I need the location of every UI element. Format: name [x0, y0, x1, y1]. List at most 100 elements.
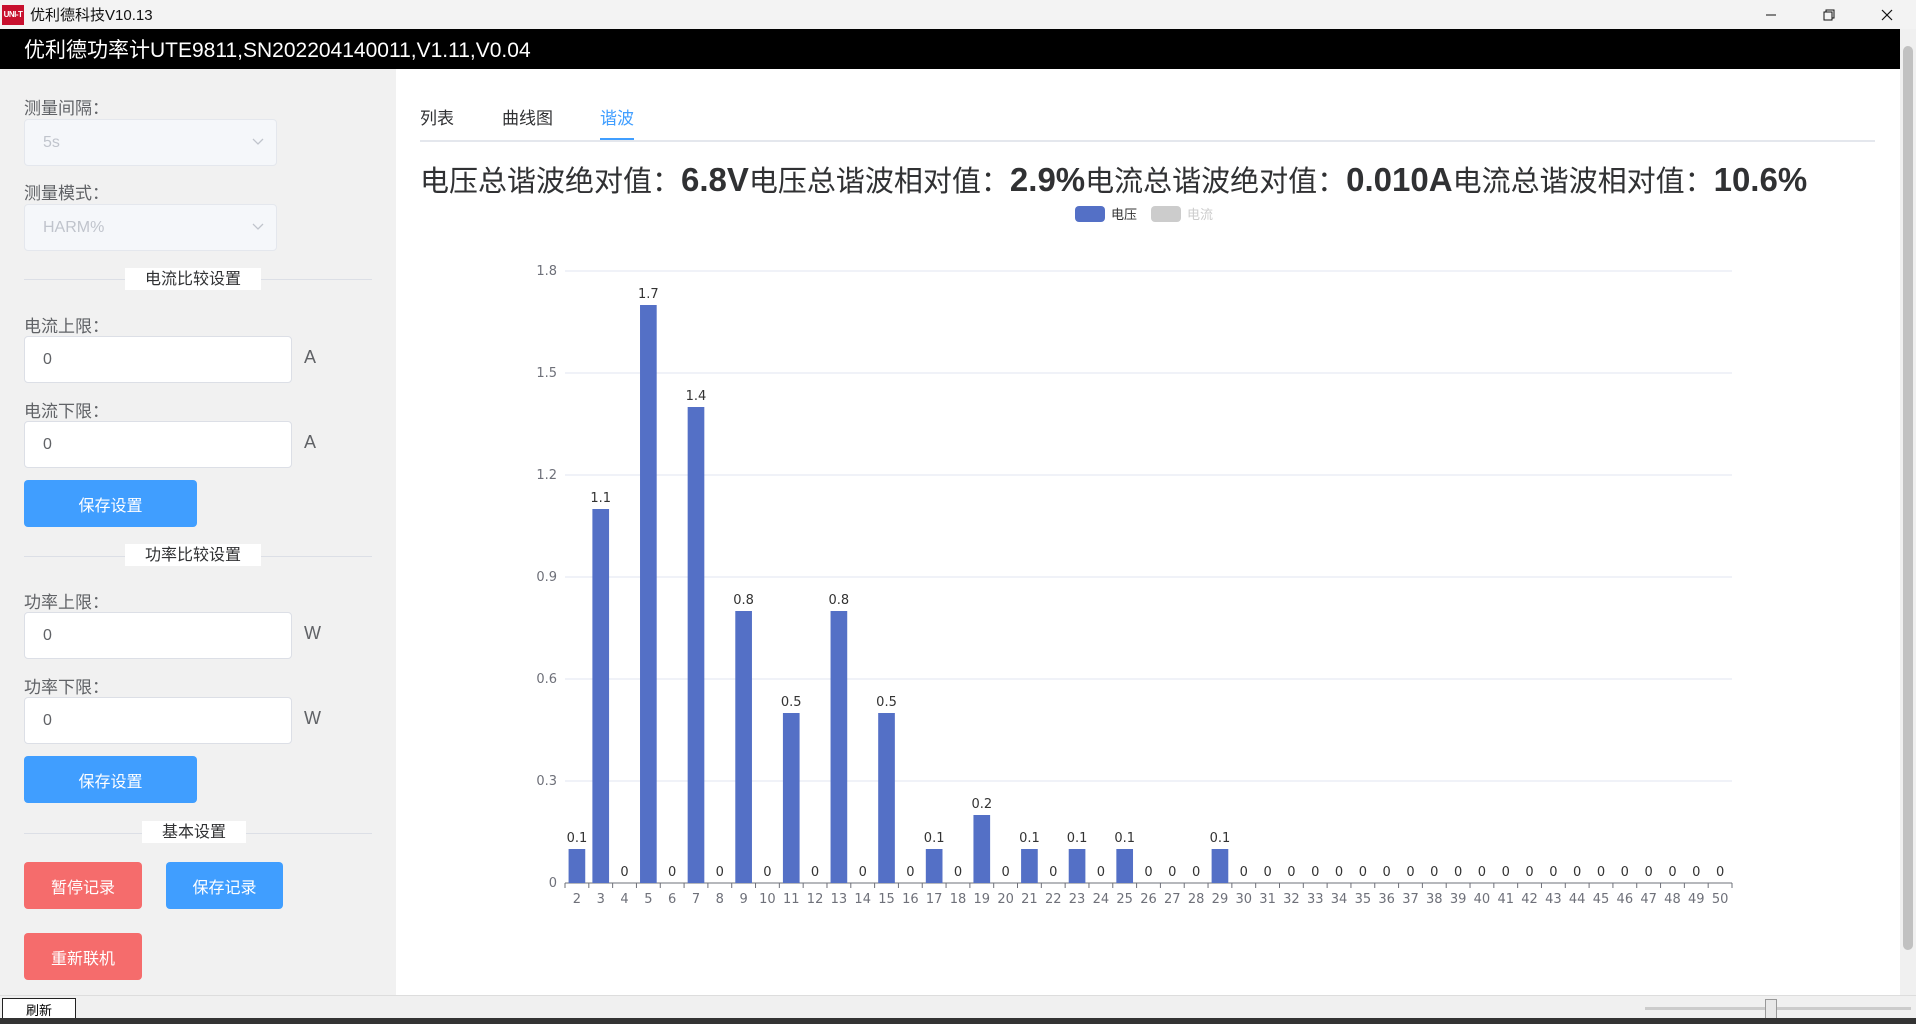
bar-value-label: 0: [1645, 865, 1653, 880]
restore-icon[interactable]: [1800, 0, 1858, 29]
bar-value-label: 0: [811, 865, 819, 880]
x-tick-label: 37: [1402, 892, 1419, 907]
bar-value-label: 0: [1335, 865, 1343, 880]
bar-value-label: 0: [1406, 865, 1414, 880]
x-tick-label: 47: [1640, 892, 1657, 907]
bar-voltage: [925, 849, 943, 883]
harmonic-summary: 电压总谐波绝对值： 6.8V 电压总谐波相对值： 2.9% 电流总谐波绝对值： …: [420, 158, 1880, 202]
bar-value-label: 0: [1692, 865, 1700, 880]
i-rel-value: 10.6%: [1713, 161, 1808, 198]
i-rel-label: 电流总谐波相对值：: [1452, 164, 1714, 198]
bar-value-label: 0: [1597, 865, 1605, 880]
legend-voltage-swatch[interactable]: [1075, 205, 1105, 222]
x-tick-label: 22: [1045, 892, 1062, 907]
bar-value-label: 0: [906, 865, 914, 880]
x-tick-label: 28: [1188, 892, 1205, 907]
chart-legend: 电压 电流: [1075, 204, 1213, 223]
x-tick-label: 36: [1378, 892, 1395, 907]
x-tick-label: 19: [974, 892, 991, 907]
save-record-button[interactable]: 保存记录: [166, 862, 283, 909]
bar-value-label: 0.1: [567, 831, 588, 846]
refresh-button[interactable]: 刷新: [2, 998, 76, 1020]
bar-value-label: 1.7: [638, 287, 659, 302]
bar-value-label: 0: [1359, 865, 1367, 880]
i-abs-label: 电流总谐波绝对值：: [1085, 164, 1347, 198]
close-icon[interactable]: [1858, 0, 1916, 29]
x-tick-label: 42: [1521, 892, 1538, 907]
x-tick-label: 8: [716, 892, 724, 907]
x-tick-label: 4: [620, 892, 628, 907]
bar-value-label: 0.1: [924, 831, 945, 846]
app-logo: UNI-T: [2, 4, 24, 25]
bar-voltage: [782, 713, 800, 883]
current-upper-input[interactable]: 0: [24, 336, 292, 383]
power-upper-unit: W: [304, 623, 321, 643]
active-tab-indicator: [600, 138, 634, 140]
legend-voltage-label[interactable]: 电压: [1111, 204, 1137, 223]
x-tick-label: 11: [783, 892, 800, 907]
x-tick-label: 45: [1593, 892, 1610, 907]
bar-value-label: 0: [763, 865, 771, 880]
save-current-settings-button[interactable]: 保存设置: [24, 480, 197, 527]
bar-value-label: 0.5: [781, 695, 802, 710]
x-tick-label: 38: [1426, 892, 1443, 907]
tab-curve[interactable]: 曲线图: [502, 104, 553, 129]
window-controls: [1742, 0, 1916, 29]
x-tick-label: 27: [1164, 892, 1181, 907]
tab-harmonic[interactable]: 谐波: [600, 104, 634, 129]
mode-select[interactable]: HARM%: [24, 204, 277, 251]
chart-svg: 00.30.60.91.21.51.80.121.13041.75061.470…: [536, 264, 1733, 907]
x-tick-label: 44: [1569, 892, 1586, 907]
interval-select[interactable]: 5s: [24, 119, 277, 166]
bar-value-label: 0: [1097, 865, 1105, 880]
interval-label: 测量间隔：: [24, 99, 109, 119]
x-tick-label: 15: [878, 892, 895, 907]
x-tick-label: 32: [1283, 892, 1300, 907]
power-section-title: 功率比较设置: [125, 544, 262, 566]
x-tick-label: 34: [1331, 892, 1348, 907]
vertical-scrollbar-thumb[interactable]: [1903, 46, 1913, 950]
save-power-settings-button[interactable]: 保存设置: [24, 756, 197, 803]
bar-voltage: [973, 815, 991, 883]
x-tick-label: 26: [1140, 892, 1157, 907]
mode-value: HARM%: [43, 218, 105, 236]
reconnect-button[interactable]: 重新联机: [24, 933, 142, 980]
tab-list[interactable]: 列表: [420, 104, 454, 129]
bar-value-label: 0.2: [971, 797, 992, 812]
x-tick-label: 3: [597, 892, 605, 907]
bar-value-label: 0.8: [733, 593, 754, 608]
x-tick-label: 6: [668, 892, 676, 907]
bar-value-label: 0: [1144, 865, 1152, 880]
minimize-icon[interactable]: [1742, 0, 1800, 29]
pause-record-button[interactable]: 暂停记录: [24, 862, 142, 909]
legend-current-label[interactable]: 电流: [1187, 204, 1213, 223]
x-tick-label: 33: [1307, 892, 1324, 907]
bar-value-label: 0: [1287, 865, 1295, 880]
x-tick-label: 13: [831, 892, 848, 907]
bar-value-label: 0: [1478, 865, 1486, 880]
x-tick-label: 43: [1545, 892, 1562, 907]
zoom-slider-thumb[interactable]: [1765, 999, 1777, 1019]
bar-value-label: 0.5: [876, 695, 897, 710]
power-lower-input[interactable]: 0: [24, 697, 292, 744]
x-tick-label: 10: [759, 892, 776, 907]
x-tick-label: 7: [692, 892, 700, 907]
bar-voltage: [1021, 849, 1038, 883]
x-tick-label: 48: [1664, 892, 1681, 907]
bar-voltage: [878, 713, 895, 883]
bar-value-label: 0: [1502, 865, 1510, 880]
bar-value-label: 0: [620, 865, 628, 880]
v-abs-value: 6.8V: [681, 161, 749, 198]
current-lower-input[interactable]: 0: [24, 421, 292, 468]
bar-value-label: 0: [1573, 865, 1581, 880]
x-tick-label: 14: [854, 892, 871, 907]
zoom-slider-track[interactable]: [1645, 1007, 1911, 1010]
x-tick-label: 29: [1212, 892, 1229, 907]
device-header: 优利德功率计UTE9811,SN202204140011,V1.11,V0.04: [0, 29, 1900, 69]
chevron-down-icon: [252, 138, 264, 145]
bar-value-label: 0: [1430, 865, 1438, 880]
x-tick-label: 35: [1355, 892, 1372, 907]
legend-current-swatch[interactable]: [1151, 205, 1182, 222]
power-upper-input[interactable]: 0: [24, 612, 292, 659]
y-tick-label: 0: [549, 876, 557, 891]
